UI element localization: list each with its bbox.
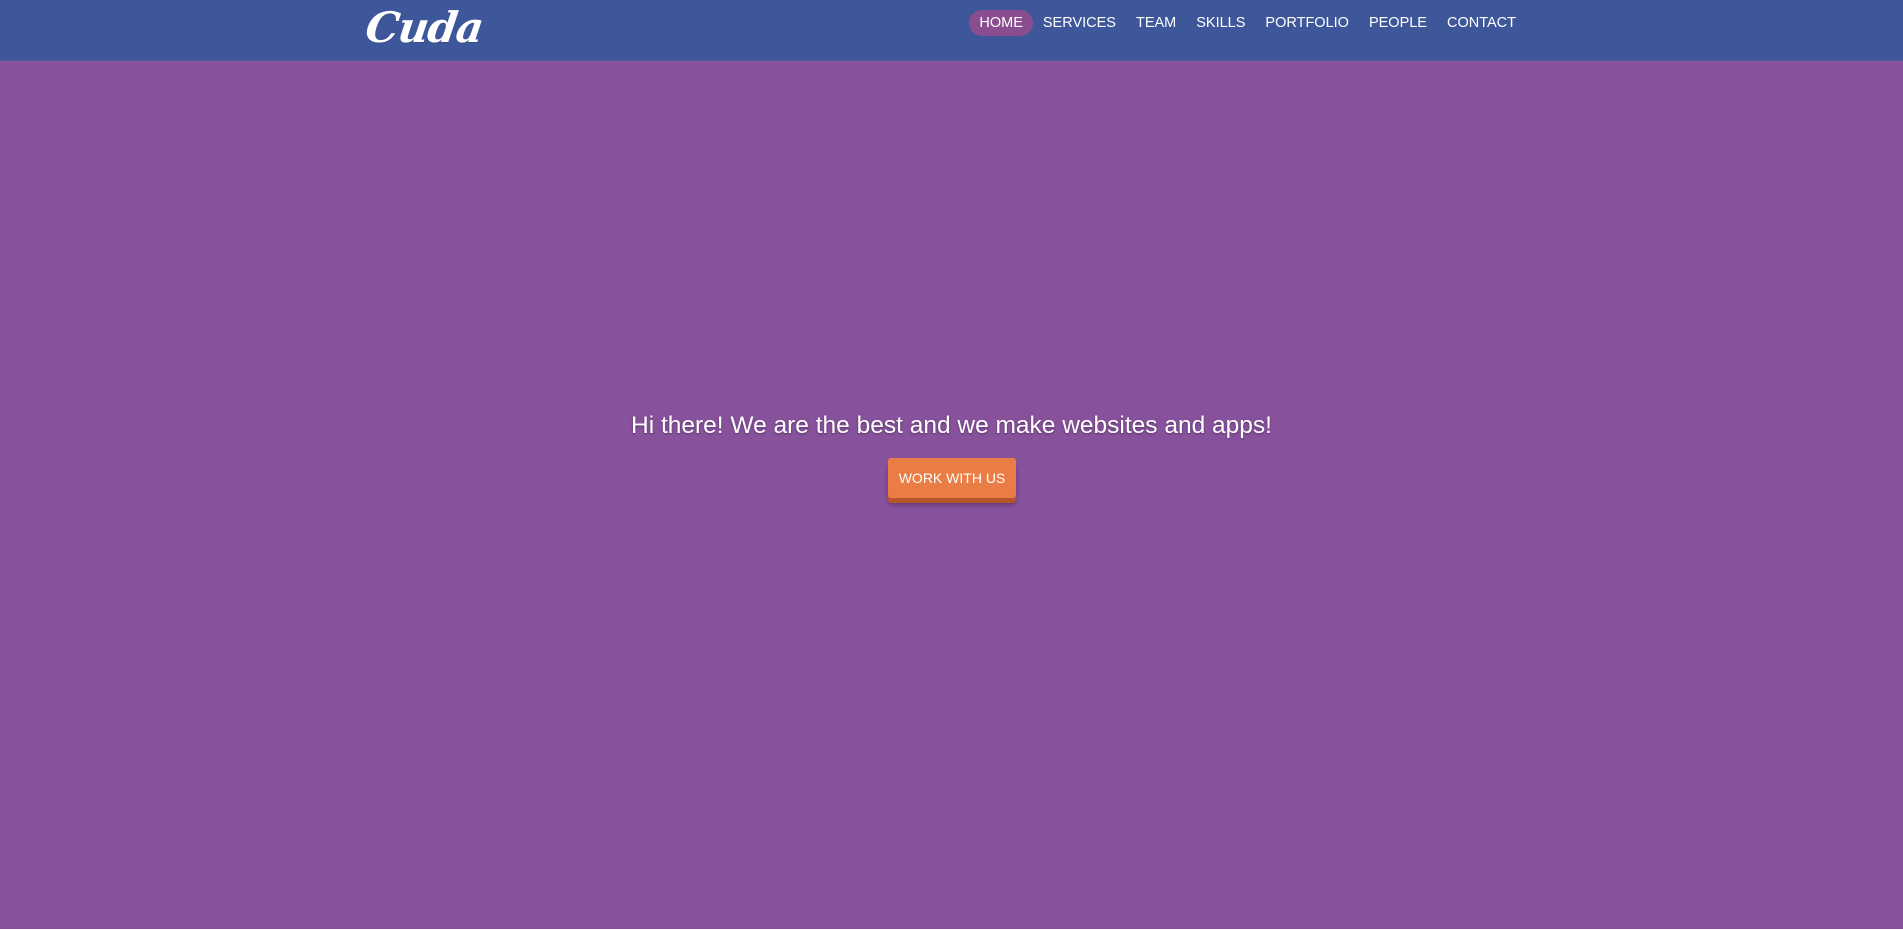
- main-nav-menu: HOME SERVICES TEAM SKILLS PORTFOLIO PEOP…: [969, 10, 1526, 36]
- nav-item-contact[interactable]: CONTACT: [1437, 10, 1526, 36]
- nav-item-skills[interactable]: SKILLS: [1186, 10, 1255, 36]
- hero-headline: Hi there! We are the best and we make we…: [631, 412, 1272, 439]
- nav-item-services[interactable]: SERVICES: [1033, 10, 1126, 36]
- hero-section: Hi there! We are the best and we make we…: [0, 61, 1903, 929]
- navbar-container: Cuda HOME SERVICES TEAM SKILLS PORTFOLIO…: [363, 0, 1526, 61]
- brand-logo[interactable]: Cuda: [363, 3, 486, 52]
- nav-item-portfolio[interactable]: PORTFOLIO: [1255, 10, 1359, 36]
- top-navbar: Cuda HOME SERVICES TEAM SKILLS PORTFOLIO…: [0, 0, 1903, 61]
- page: Cuda HOME SERVICES TEAM SKILLS PORTFOLIO…: [0, 0, 1903, 930]
- nav-item-team[interactable]: TEAM: [1126, 10, 1186, 36]
- work-with-us-button[interactable]: WORK WITH US: [888, 458, 1016, 498]
- nav-item-home[interactable]: HOME: [969, 10, 1033, 36]
- nav-item-people[interactable]: PEOPLE: [1359, 10, 1437, 36]
